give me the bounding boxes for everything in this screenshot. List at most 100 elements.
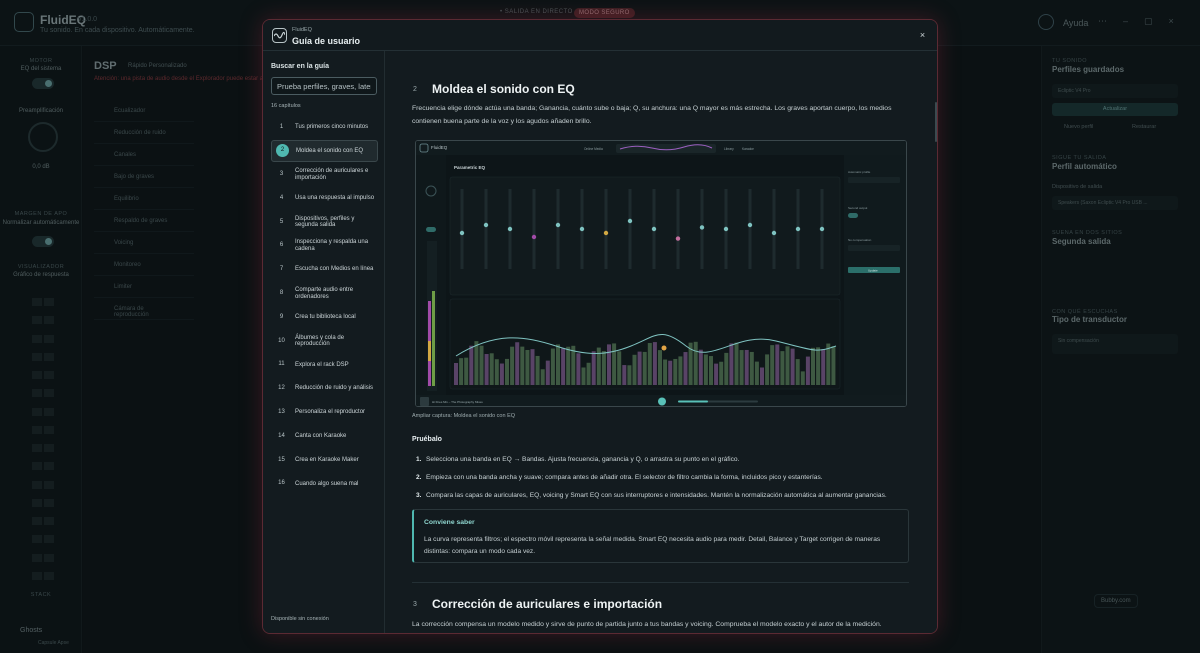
shot-fader-track — [772, 189, 776, 269]
chapter-item-1[interactable]: 1 Tus primeros cinco minutos — [271, 116, 378, 138]
shot-spectrum-bar — [571, 345, 576, 385]
chapter-item-3[interactable]: 3 Corrección de auriculares e importación — [271, 164, 378, 186]
chapter-list: 1 Tus primeros cinco minutos 2 Moldea el so… — [271, 116, 378, 497]
chapter-label: Crea tu biblioteca local — [295, 314, 356, 321]
chapter-item-8[interactable]: 8 Comparte audio entre ordenadores — [271, 283, 378, 305]
shot-spectrum-bar — [744, 349, 749, 385]
section3-intro: La corrección compensa un modelo medido … — [412, 621, 882, 628]
chapter-number: 2 — [276, 144, 289, 158]
shot-spectrum-bar — [703, 354, 708, 385]
shot-spectrum-bar — [770, 345, 775, 385]
shot-spectrum-bar — [499, 363, 504, 385]
shot-spectrum-bar — [658, 350, 662, 385]
chapter-number: 16 — [278, 480, 285, 487]
chapter-item-5[interactable]: 5 Dispositivos, perfiles y segunda salida — [271, 211, 378, 233]
note-title: Conviene saber — [424, 519, 475, 526]
shot-fader-knob — [507, 226, 513, 232]
shot-spectrum-bar — [678, 356, 683, 385]
step-text: Selecciona una banda en EQ → Bandas. Aju… — [426, 456, 740, 463]
guide-content[interactable]: 2 Moldea el sonido con EQ Frecuencia eli… — [386, 51, 937, 633]
shot-spectrum-bar — [617, 351, 622, 385]
chapter-item-12[interactable]: 12 Reducción de ruido y análisis — [271, 378, 378, 400]
chapter-number: 3 — [279, 171, 284, 178]
shot-spectrum-bar — [561, 348, 566, 385]
content-scrollbar[interactable] — [935, 102, 937, 142]
shot-spectrum-bar — [795, 359, 800, 385]
shot-spectrum-bar — [760, 367, 764, 385]
chapter-item-14[interactable]: 14 Canta con Karaoke — [271, 425, 378, 447]
shot-spectrum-bar — [550, 348, 555, 385]
shot-fader-track — [676, 189, 680, 269]
shot-spectrum-bar — [510, 346, 515, 385]
shot-spectrum-bar — [775, 344, 780, 385]
chapter-number: 12 — [278, 385, 285, 392]
step-text: Compara las capas de auriculares, EQ, vo… — [426, 492, 887, 499]
chapter-count: 16 capítulos — [271, 103, 301, 109]
eq-screenshot[interactable]: FluidEQ Online Media Library Karaoke Par… — [415, 140, 907, 407]
shot-spectrum-bar — [683, 352, 688, 385]
section-divider — [412, 582, 909, 583]
step-number: 2. — [416, 474, 422, 481]
shot-spectrum-bar — [505, 358, 509, 385]
shot-spectrum-bar — [673, 358, 678, 385]
step-number: 3. — [416, 492, 422, 499]
shot-spectrum-bar — [831, 346, 836, 385]
chapter-label: Moldea el sonido con EQ — [296, 147, 364, 154]
chapter-label: Personaliza el reproductor — [295, 409, 366, 416]
chapter-number: 13 — [278, 409, 285, 416]
shot-spectrum-bar — [734, 342, 739, 385]
step-number: 1. — [416, 456, 422, 463]
shot-fader-knob — [699, 225, 705, 230]
chapter-item-7[interactable]: 7 Escucha con Medios en línea — [271, 259, 378, 281]
shot-fader-knob — [651, 226, 657, 232]
close-button[interactable]: × — [916, 29, 929, 42]
shot-fader-knob — [723, 226, 729, 232]
shot-fader-knob — [771, 230, 777, 236]
shot-spectrum-bar — [607, 344, 611, 385]
shot-fader-track — [556, 189, 560, 269]
shot-spectrum-bar — [576, 353, 581, 385]
shot-nav-library: Library — [724, 147, 734, 151]
shot-spectrum-bar — [724, 352, 729, 385]
shot-fader-knob — [675, 236, 681, 241]
chapter-item-15[interactable]: 15 Crea en Karaoke Maker — [271, 449, 378, 471]
chapter-item-13[interactable]: 13 Personaliza el reproductor — [271, 402, 378, 424]
note-box: Conviene saber La curva representa filtr… — [412, 509, 909, 563]
shot-spectrum-bar — [515, 342, 520, 385]
chapter-number: 9 — [279, 313, 284, 320]
shot-spectrum-bar — [632, 354, 637, 385]
user-guide-modal: FluidEQ Guía de usuario × Buscar en la g… — [262, 19, 938, 634]
screenshot-caption[interactable]: Ampliar captura: Moldea el sonido con EQ — [412, 413, 515, 419]
shot-spectrum-bar — [698, 349, 703, 385]
shot-fader-knob — [579, 226, 585, 232]
chapter-item-10[interactable]: 10 Álbumes y cola de reproducción — [271, 330, 378, 352]
chapter-number: 7 — [279, 266, 284, 273]
shot-spectrum-bar — [586, 362, 591, 385]
shot-spectrum-bar — [494, 359, 499, 385]
modal-kicker: FluidEQ — [292, 27, 312, 33]
shot-spectrum-bar — [805, 356, 810, 385]
shot-spectrum-bar — [652, 342, 657, 385]
chapter-item-2[interactable]: 2 Moldea el sonido con EQ — [271, 139, 378, 162]
shot-spectrum-bar — [525, 349, 530, 385]
chapter-number: 15 — [278, 456, 285, 463]
section-intro: Frecuencia elige dónde actúa una banda; … — [412, 105, 892, 125]
chapter-item-9[interactable]: 9 Crea tu biblioteca local — [271, 306, 378, 328]
chapter-label: Dispositivos, perfiles y segunda salida — [295, 215, 355, 229]
shot-spectrum-bar — [719, 361, 724, 385]
chapter-label: Usa una respuesta al impulso — [295, 195, 375, 202]
shot-spectrum-bar — [785, 346, 790, 385]
shot-eq-title: Parametric EQ — [454, 165, 486, 170]
shot-fader-track — [628, 189, 632, 269]
modal-header: FluidEQ Guía de usuario × — [263, 20, 937, 51]
chapter-item-4[interactable]: 4 Usa una respuesta al impulso — [271, 187, 378, 209]
chapter-item-16[interactable]: 16 Cuando algo suena mal — [271, 473, 378, 495]
chapter-item-6[interactable]: 6 Inspecciona y respalda una cadena — [271, 235, 378, 257]
shot-spectrum-bar — [811, 347, 815, 385]
step-item: 1. Selecciona una banda en EQ → Bandas. A… — [412, 456, 912, 474]
shot-spectrum-bar — [520, 346, 525, 385]
chapter-item-11[interactable]: 11 Explora el rack DSP — [271, 354, 378, 376]
app-root: FluidEQ v1.0.0 Tu sonido. En cada dispos… — [0, 0, 1200, 653]
guide-search-input[interactable] — [271, 77, 377, 95]
shot-spectrum-bar — [800, 371, 805, 385]
